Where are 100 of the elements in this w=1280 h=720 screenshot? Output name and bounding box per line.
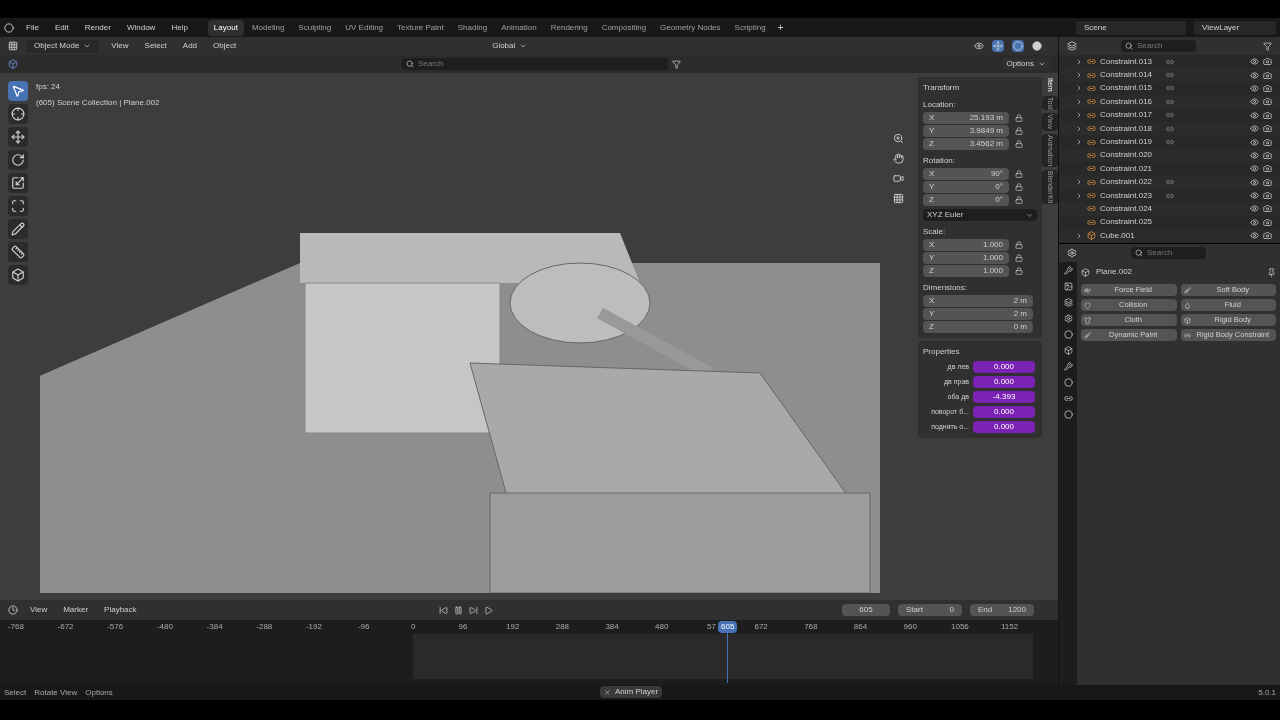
- grid-icon[interactable]: [892, 193, 904, 204]
- orientation-dropdown[interactable]: Global: [488, 40, 532, 52]
- menu-item[interactable]: Playback: [100, 604, 141, 616]
- visibility-icon[interactable]: [1250, 97, 1259, 107]
- lock-icon[interactable]: [1015, 170, 1023, 178]
- editor-type-icon[interactable]: [8, 41, 18, 51]
- editor-type-icon[interactable]: [1067, 41, 1077, 51]
- visibility-icon[interactable]: [1250, 83, 1259, 93]
- visibility-icon[interactable]: [1250, 137, 1259, 147]
- lock-icon[interactable]: [1015, 254, 1023, 262]
- zoom-icon[interactable]: [892, 133, 904, 144]
- menu-item[interactable]: Help: [167, 21, 192, 34]
- properties-tab-icon[interactable]: [1063, 298, 1073, 307]
- mode-dropdown[interactable]: Object Mode: [26, 39, 100, 53]
- panel-title[interactable]: Transform: [923, 82, 1037, 94]
- workspace-tab[interactable]: Rendering: [544, 19, 594, 36]
- render-icon[interactable]: [1263, 191, 1272, 201]
- menu-item[interactable]: Select: [140, 40, 171, 52]
- visibility-icon[interactable]: [974, 41, 984, 51]
- tool-icon[interactable]: [8, 242, 28, 262]
- shading-icon[interactable]: [1032, 41, 1042, 51]
- gizmo-icon[interactable]: [992, 40, 1004, 52]
- property-value-field[interactable]: 0.000: [973, 376, 1035, 388]
- render-icon[interactable]: [1263, 231, 1272, 241]
- number-field[interactable]: X 1.000: [923, 239, 1009, 251]
- jump-start-icon[interactable]: [438, 605, 448, 615]
- number-field[interactable]: Y 1.000: [923, 252, 1009, 264]
- menu-item[interactable]: Render: [80, 21, 115, 34]
- current-frame-field[interactable]: 605: [842, 604, 890, 616]
- filter-icon[interactable]: [1263, 41, 1272, 51]
- menu-item[interactable]: Edit: [50, 21, 73, 34]
- number-field[interactable]: Y 3.9849 m: [923, 125, 1009, 137]
- properties-tab-icon[interactable]: [1063, 362, 1073, 371]
- number-field[interactable]: Z 3.4562 m: [923, 138, 1009, 150]
- tool-icon[interactable]: [8, 127, 28, 147]
- property-value-field[interactable]: -4.393: [973, 391, 1035, 403]
- tool-icon[interactable]: [8, 265, 28, 285]
- overlay-icon[interactable]: [1012, 40, 1024, 52]
- workspace-tab[interactable]: UV Editing: [339, 19, 390, 36]
- visibility-icon[interactable]: [1250, 124, 1259, 134]
- workspace-tab[interactable]: Texture Paint: [391, 19, 450, 36]
- menu-item[interactable]: View: [107, 40, 133, 52]
- workspace-tab[interactable]: Shading: [451, 19, 494, 36]
- properties-tab-icon[interactable]: [1063, 346, 1073, 355]
- lock-icon[interactable]: [1015, 114, 1023, 122]
- filter-icon[interactable]: [672, 59, 681, 69]
- tool-icon[interactable]: [8, 173, 28, 193]
- visibility-icon[interactable]: [1250, 177, 1259, 187]
- visibility-icon[interactable]: [1250, 110, 1259, 120]
- search-field[interactable]: Search: [1121, 40, 1196, 52]
- render-icon[interactable]: [1263, 177, 1272, 187]
- search-field[interactable]: Search: [1131, 247, 1206, 259]
- render-icon[interactable]: [1263, 164, 1272, 174]
- properties-tab-icon[interactable]: [1063, 282, 1073, 291]
- number-field[interactable]: Z 0°: [923, 194, 1009, 206]
- start-frame-field[interactable]: Start 0: [898, 604, 962, 616]
- render-icon[interactable]: [1263, 70, 1272, 80]
- view-layer-field[interactable]: ViewLayer: [1194, 20, 1276, 35]
- number-field[interactable]: X 25.193 m: [923, 112, 1009, 124]
- render-icon[interactable]: [1263, 57, 1272, 67]
- end-frame-field[interactable]: End 1200: [970, 604, 1034, 616]
- property-value-field[interactable]: 0.000: [973, 361, 1035, 373]
- visibility-icon[interactable]: [1250, 191, 1259, 201]
- lock-icon[interactable]: [1015, 127, 1023, 135]
- properties-tab-icon[interactable]: [1063, 410, 1073, 419]
- property-value-field[interactable]: 0.000: [973, 421, 1035, 433]
- tool-icon[interactable]: [8, 104, 28, 124]
- visibility-icon[interactable]: [1250, 204, 1259, 214]
- properties-tab-icon[interactable]: [1063, 266, 1073, 275]
- app-logo-icon[interactable]: [4, 22, 14, 33]
- properties-tab-icon[interactable]: [1063, 394, 1073, 403]
- jump-end-icon[interactable]: [468, 605, 478, 615]
- workspace-tab[interactable]: Compositing: [595, 19, 653, 36]
- visibility-icon[interactable]: [1250, 57, 1259, 67]
- workspace-tab[interactable]: Layout: [207, 19, 244, 36]
- lock-icon[interactable]: [1015, 196, 1023, 204]
- editor-type-icon[interactable]: [1067, 248, 1077, 258]
- properties-tab-icon[interactable]: [1063, 378, 1073, 387]
- visibility-icon[interactable]: [1250, 231, 1259, 241]
- playhead[interactable]: 605: [718, 621, 738, 683]
- menu-item[interactable]: File: [22, 21, 43, 34]
- menu-item[interactable]: View: [26, 604, 52, 616]
- workspace-tab[interactable]: Sculpting: [292, 19, 338, 36]
- render-icon[interactable]: [1263, 97, 1272, 107]
- workspace-tab[interactable]: Geometry Nodes: [654, 19, 727, 36]
- render-icon[interactable]: [1263, 83, 1272, 93]
- menu-item[interactable]: Marker: [59, 604, 93, 616]
- play-icon[interactable]: [483, 605, 493, 615]
- tool-icon[interactable]: [8, 219, 28, 239]
- search-field[interactable]: Search: [402, 58, 668, 70]
- workspace-tab[interactable]: Modeling: [245, 19, 291, 36]
- expand-icon[interactable]: [1075, 231, 1083, 240]
- tool-icon[interactable]: [8, 150, 28, 170]
- tool-icon[interactable]: [8, 196, 28, 216]
- add-workspace-button[interactable]: +: [773, 20, 788, 35]
- pin-icon[interactable]: [1267, 267, 1276, 277]
- number-field[interactable]: Z 0 m: [923, 321, 1033, 333]
- hand-icon[interactable]: [892, 153, 904, 164]
- lock-icon[interactable]: [1015, 140, 1023, 148]
- render-icon[interactable]: [1263, 204, 1272, 214]
